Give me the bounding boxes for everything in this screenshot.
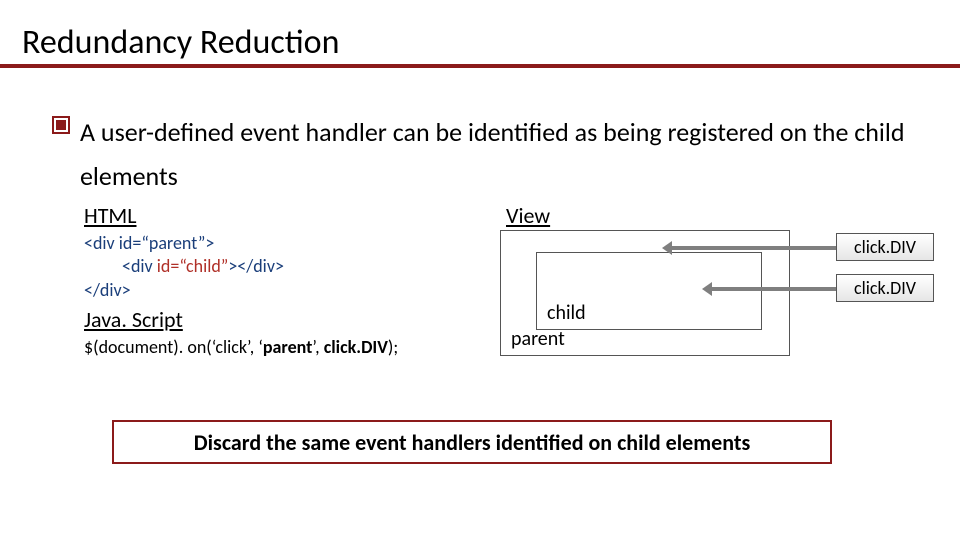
code-token: > (205, 232, 214, 254)
code-token: =“parent” (132, 232, 205, 254)
arrow-parent (670, 246, 836, 250)
title-underline (0, 64, 960, 68)
code-token: =“child” (170, 255, 228, 277)
conclusion-box: Discard the same event handlers identifi… (112, 420, 832, 464)
view-section-label: View (506, 202, 550, 229)
code-token: parent (263, 336, 313, 358)
bullet-text: A user-defined event handler can be iden… (80, 110, 920, 198)
slide-title: Redundancy Reduction (22, 22, 339, 63)
arrow-child (710, 287, 836, 291)
html-section-label: HTML (84, 202, 137, 229)
code-token: ></div> (228, 255, 284, 277)
code-token: $(document). on(‘click’, ‘ (84, 336, 263, 358)
child-box-label: child (547, 301, 586, 325)
code-token: click.DIV (324, 336, 388, 358)
html-code-block: <div id=“parent”> <div id=“child”></div>… (84, 232, 284, 302)
conclusion-text: Discard the same event handlers identifi… (194, 429, 750, 456)
parent-box-label: parent (511, 327, 565, 351)
child-box: child (536, 252, 762, 330)
bullet-row: A user-defined event handler can be iden… (52, 110, 920, 198)
code-token: </div> (84, 279, 131, 301)
bullet-icon (52, 116, 70, 134)
js-code-block: $(document). on(‘click’, ‘parent’, click… (84, 336, 398, 358)
code-token: <div (84, 232, 119, 254)
code-token: id (119, 232, 133, 254)
code-token: id (157, 255, 171, 277)
handler-badge-parent: click.DIV (836, 233, 934, 261)
code-token: <div (122, 255, 157, 277)
handler-badge-child: click.DIV (836, 274, 934, 302)
code-token: ); (388, 336, 398, 358)
code-token: ’, (312, 336, 323, 358)
js-section-label: Java. Script (84, 306, 183, 333)
